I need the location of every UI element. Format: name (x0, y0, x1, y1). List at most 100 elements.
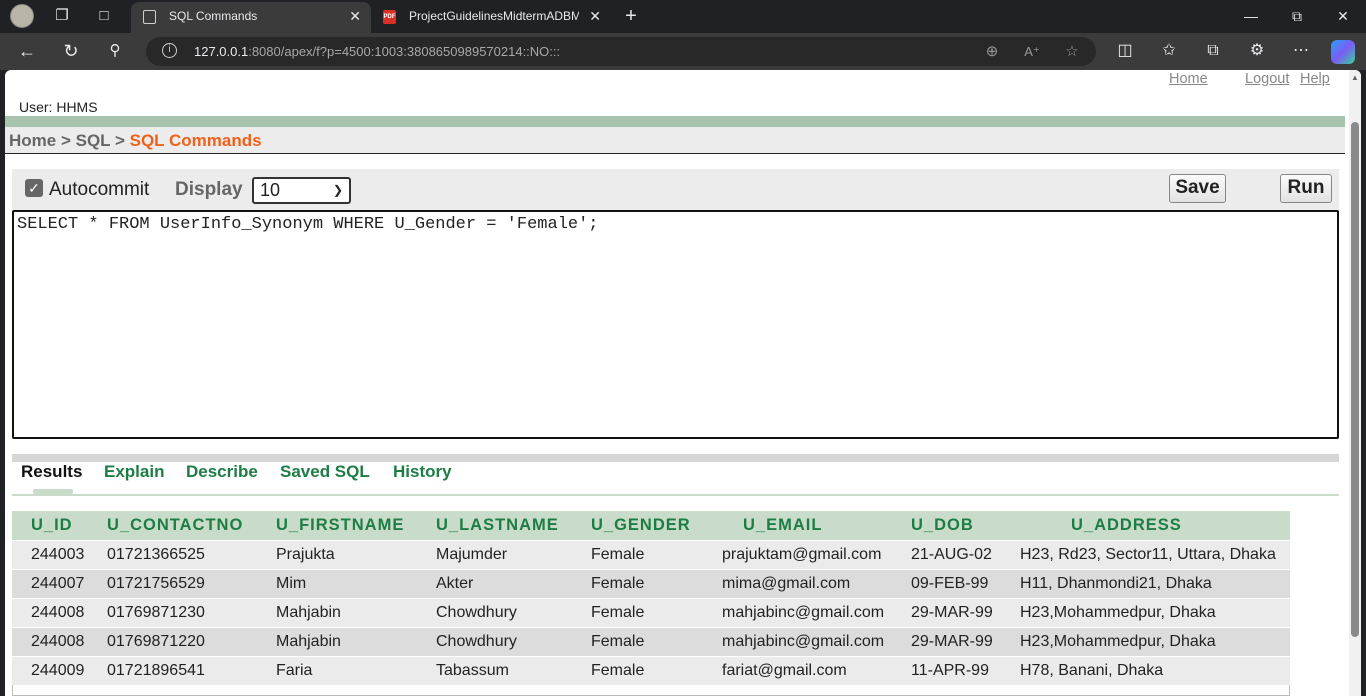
tab-history[interactable]: History (393, 462, 452, 482)
scroll-up-arrow[interactable]: ▲ (1351, 74, 1359, 82)
restore-icon[interactable]: ⧉ (1274, 0, 1320, 33)
breadcrumb-sql[interactable]: SQL (76, 131, 111, 150)
cell: Tabassum (417, 655, 572, 685)
table-header-row: U_ID U_CONTACTNO U_FIRSTNAME U_LASTNAME … (12, 511, 1290, 540)
save-button[interactable]: Save (1169, 174, 1226, 203)
favorite-star-icon[interactable]: ☆ (1062, 42, 1082, 62)
table-row: 244007 01721756529 Mim Akter Female mima@gmai… (12, 568, 1290, 598)
scrollbar[interactable]: ▲ (1349, 70, 1361, 696)
cell: 21-AUG-02 (892, 539, 1001, 569)
breadcrumb-separator: > (110, 131, 130, 150)
cell: 01721366525 (88, 539, 257, 569)
column-header[interactable]: U_ADDRESS (1001, 511, 1290, 540)
cell: H23, Rd23, Sector11, Uttara, Dhaka (1001, 539, 1290, 569)
autocommit-checkbox[interactable]: ✓ (25, 179, 43, 197)
breadcrumb-current: SQL Commands (129, 131, 262, 150)
extensions-icon[interactable]: ⚙ (1245, 40, 1269, 64)
scroll-thumb[interactable] (1351, 122, 1359, 637)
column-header[interactable]: U_FIRSTNAME (257, 511, 417, 540)
column-header[interactable]: U_LASTNAME (417, 511, 572, 540)
breadcrumb-separator: > (56, 131, 76, 150)
zoom-icon[interactable]: ⊕ (982, 42, 1002, 62)
tab-title: SQL Commands (169, 9, 258, 23)
cell: Prajukta (257, 539, 417, 569)
refresh-icon[interactable]: ↻ (58, 40, 84, 64)
browser-tab-bar: ❐ □ SQL Commands ✕ PDF ProjectGuidelines… (0, 0, 1366, 33)
profile-avatar[interactable] (10, 4, 34, 28)
tab-actions-icon[interactable]: □ (92, 5, 116, 27)
cell: prajuktam@gmail.com (703, 539, 892, 569)
display-rows-select[interactable]: 10 ❯ (252, 177, 351, 204)
back-icon[interactable]: ← (14, 40, 40, 64)
url-text: 127.0.0.1:8080/apex/f?p=4500:1003:380865… (194, 44, 561, 59)
collections-icon[interactable]: ⧉ (1201, 40, 1225, 64)
display-rows-value: 10 (260, 180, 281, 200)
cell: H23,Mohammedpur, Dhaka (1001, 597, 1290, 627)
cell: mahjabinc@gmail.com (703, 626, 892, 656)
cell: H23,Mohammedpur, Dhaka (1001, 626, 1290, 656)
tab-sql-commands[interactable]: SQL Commands ✕ (131, 2, 371, 33)
help-link[interactable]: Help (1300, 71, 1330, 87)
page-content: ▲ Home Logout Help User: HHMS Home > SQL… (5, 70, 1361, 696)
column-header[interactable]: U_EMAIL (703, 511, 892, 540)
url-field[interactable]: i 127.0.0.1:8080/apex/f?p=4500:1003:3808… (146, 37, 1096, 66)
sql-text: SELECT * FROM UserInfo_Synonym WHERE U_G… (17, 215, 599, 234)
new-tab-icon[interactable]: + (619, 5, 643, 27)
tab-describe[interactable]: Describe (186, 462, 258, 482)
column-header[interactable]: U_ID (12, 511, 88, 540)
minimize-icon[interactable]: — (1228, 0, 1274, 33)
page-icon (143, 10, 156, 24)
run-button[interactable]: Run (1280, 174, 1332, 203)
column-header[interactable]: U_GENDER (572, 511, 703, 540)
cell: H78, Banani, Dhaka (1001, 655, 1290, 685)
command-panel: ✓ Autocommit Display 10 ❯ Save Run SELEC… (12, 169, 1339, 439)
display-label: Display (175, 179, 243, 200)
table-row: 244008 01769871220 Mahjabin Chowdhury Female… (12, 626, 1290, 656)
tab-project-guidelines[interactable]: PDF ProjectGuidelinesMidtermADBMS ✕ (371, 2, 611, 33)
tab-saved-sql[interactable]: Saved SQL (280, 462, 370, 482)
pdf-icon: PDF (383, 10, 396, 24)
results-rule (12, 494, 1339, 496)
cell: 244008 (12, 597, 88, 627)
results-divider (12, 454, 1339, 462)
table-row: 244008 01769871230 Mahjabin Chowdhury Female… (12, 597, 1290, 627)
tab-title: ProjectGuidelinesMidtermADBMS (409, 9, 579, 23)
cell: Mahjabin (257, 597, 417, 627)
split-screen-icon[interactable]: ◫ (1113, 40, 1137, 64)
cell: 244009 (12, 655, 88, 685)
more-menu-icon[interactable]: ⋯ (1289, 40, 1313, 64)
cell: Chowdhury (417, 597, 572, 627)
cell: Female (572, 597, 703, 627)
search-icon[interactable]: ⚲ (102, 40, 128, 64)
copilot-icon[interactable] (1331, 40, 1355, 64)
column-header[interactable]: U_DOB (892, 511, 1001, 540)
cell: Faria (257, 655, 417, 685)
cell: Female (572, 568, 703, 598)
tab-results[interactable]: Results (21, 462, 82, 482)
workspaces-icon[interactable]: ❐ (50, 5, 74, 27)
sql-editor[interactable]: SELECT * FROM UserInfo_Synonym WHERE U_G… (12, 210, 1339, 439)
cell: Female (572, 626, 703, 656)
read-aloud-icon[interactable]: A⁺ (1022, 42, 1042, 62)
close-tab-icon[interactable]: ✕ (349, 2, 361, 31)
close-tab-icon[interactable]: ✕ (589, 2, 601, 31)
cell: 09-FEB-99 (892, 568, 1001, 598)
home-link[interactable]: Home (1169, 71, 1208, 87)
logout-link[interactable]: Logout (1245, 71, 1289, 87)
cell: Chowdhury (417, 626, 572, 656)
column-header[interactable]: U_CONTACTNO (88, 511, 257, 540)
cell: Majumder (417, 539, 572, 569)
cell: Akter (417, 568, 572, 598)
cell: Female (572, 539, 703, 569)
cell: mahjabinc@gmail.com (703, 597, 892, 627)
cell: Female (572, 655, 703, 685)
cell: 01769871220 (88, 626, 257, 656)
breadcrumb-home[interactable]: Home (9, 131, 56, 150)
cell: 01721756529 (88, 568, 257, 598)
close-window-icon[interactable]: ✕ (1320, 0, 1366, 33)
tab-explain[interactable]: Explain (104, 462, 164, 482)
cell: 244007 (12, 568, 88, 598)
site-info-icon[interactable]: i (162, 43, 177, 58)
cell: 01769871230 (88, 597, 257, 627)
favorites-icon[interactable]: ✩ (1157, 40, 1181, 64)
